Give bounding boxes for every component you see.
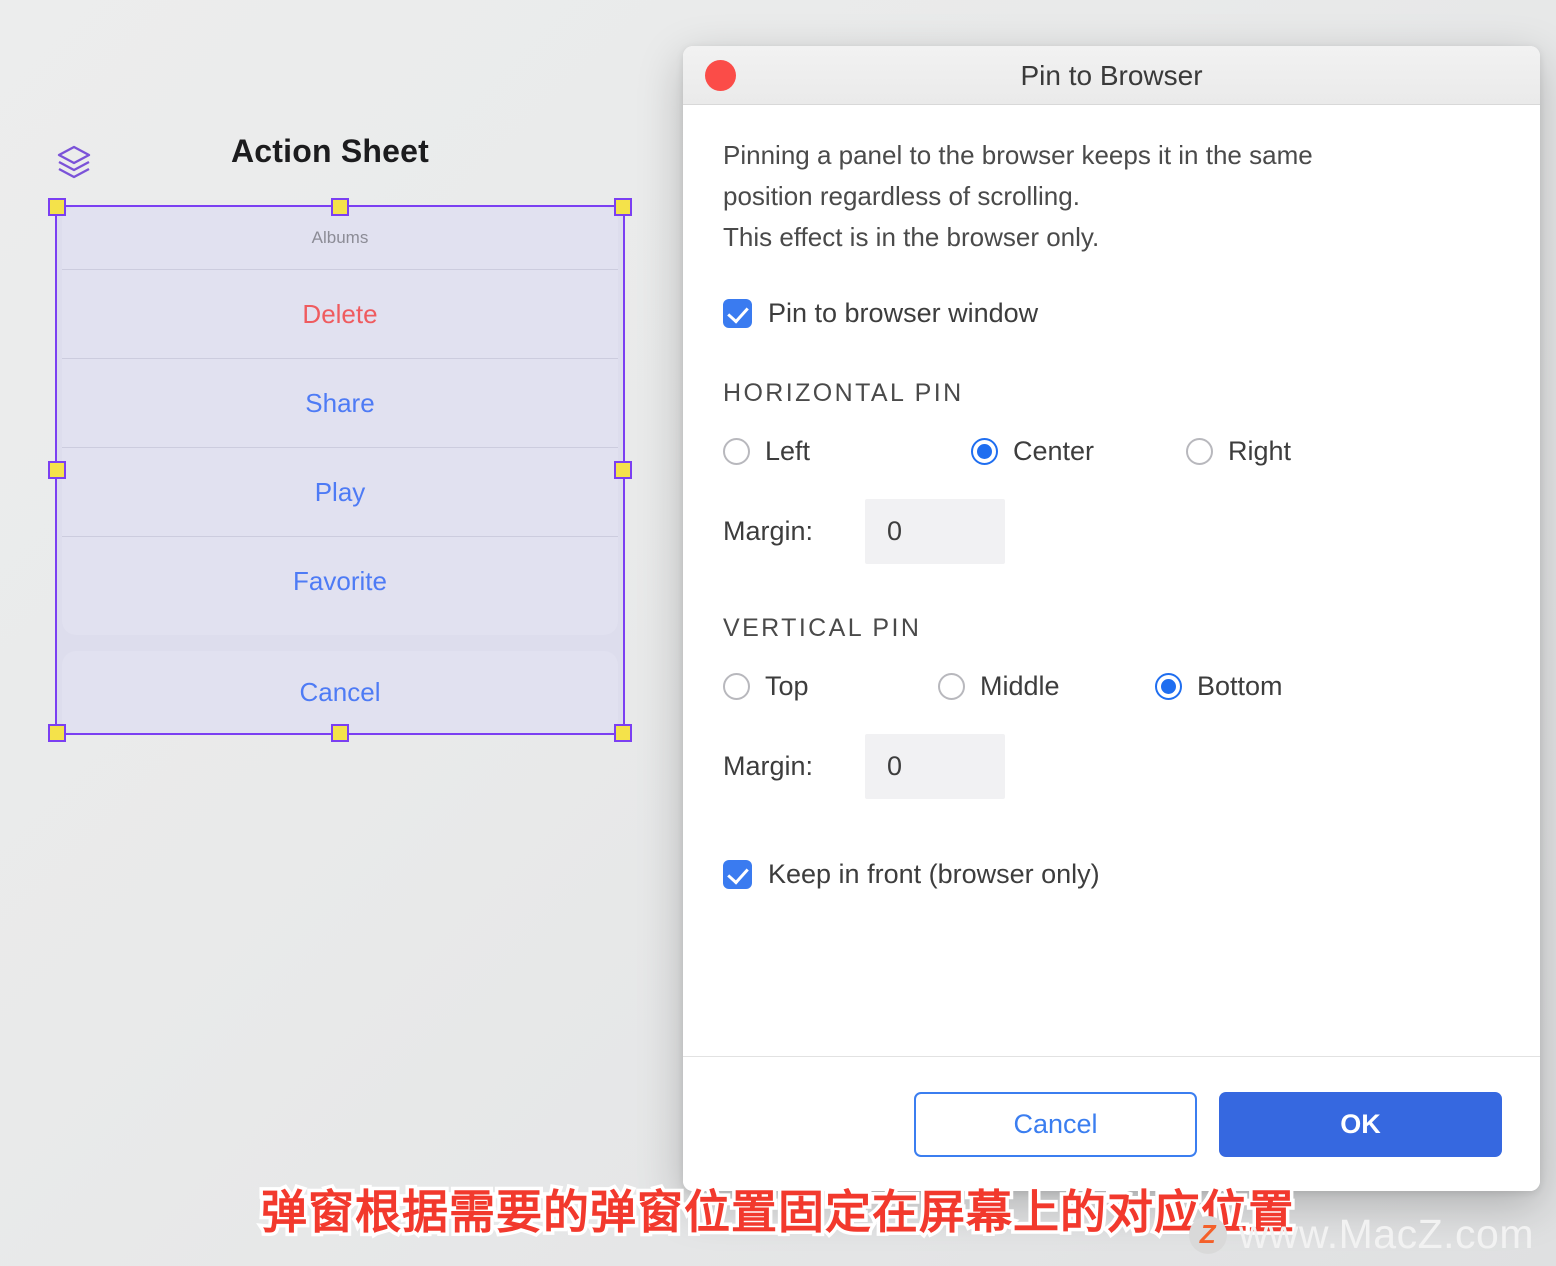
vertical-margin-input[interactable]: 0 [865,734,1005,799]
radio-selected-icon[interactable] [1155,673,1182,700]
keep-in-front-label: Keep in front (browser only) [768,859,1100,889]
horizontal-margin-input[interactable]: 0 [865,499,1005,564]
description-line-3: This effect is in the browser only. [723,222,1100,252]
resize-handle-top-center[interactable] [331,198,349,216]
description-line-1: Pinning a panel to the browser keeps it … [723,140,1313,170]
watermark: Z www.MacZ.com [1188,1211,1534,1258]
screenshot-root: Action Sheet Albums Delete Share Play Fa… [0,0,1556,1266]
horizontal-pin-section-title: HORIZONTAL PIN [723,379,964,407]
description-line-2: position regardless of scrolling. [723,181,1080,211]
radio-unselected-icon[interactable] [723,673,750,700]
radio-horizontal-left[interactable]: Left [723,436,971,467]
keep-in-front-checkbox-row[interactable]: Keep in front (browser only) [723,859,1500,890]
watermark-text: www.MacZ.com [1238,1211,1534,1257]
page-title: Action Sheet [231,133,429,169]
horizontal-margin-row: Margin: 0 [723,499,1500,564]
cancel-button[interactable]: Cancel [914,1091,1197,1157]
resize-handle-top-left[interactable] [48,198,66,216]
radio-label-bottom: Bottom [1197,671,1283,701]
vertical-margin-label: Margin: [723,751,814,781]
checkbox-checked-icon[interactable] [723,860,752,889]
radio-selected-icon[interactable] [971,438,998,465]
watermark-logo-icon: Z [1188,1215,1227,1254]
radio-unselected-icon[interactable] [723,438,750,465]
selection-frame[interactable] [48,198,632,742]
radio-label-right: Right [1228,436,1292,466]
radio-label-top: Top [765,671,809,701]
pin-to-browser-dialog: Pin to Browser Pinning a panel to the br… [683,46,1540,1191]
resize-handle-middle-left[interactable] [48,461,66,479]
resize-handle-bottom-center[interactable] [331,724,349,742]
design-canvas[interactable]: Action Sheet Albums Delete Share Play Fa… [0,0,690,1266]
checkbox-checked-icon[interactable] [723,299,752,328]
resize-handle-bottom-left[interactable] [48,724,66,742]
ok-button[interactable]: OK [1219,1091,1502,1157]
vertical-pin-radio-group[interactable]: Top Middle Bottom [723,671,1500,702]
dialog-body: Pinning a panel to the browser keeps it … [683,105,1540,1115]
radio-label-middle: Middle [980,671,1060,701]
horizontal-pin-radio-group[interactable]: Left Center Right [723,436,1500,467]
radio-unselected-icon[interactable] [938,673,965,700]
horizontal-margin-label: Margin: [723,516,814,546]
resize-handle-middle-right[interactable] [614,461,632,479]
radio-label-center: Center [1013,436,1095,466]
resize-handle-bottom-right[interactable] [614,724,632,742]
pin-to-browser-window-label: Pin to browser window [768,298,1039,328]
resize-handle-top-right[interactable] [614,198,632,216]
dialog-title: Pin to Browser [1020,59,1203,91]
radio-vertical-bottom[interactable]: Bottom [1155,671,1283,702]
dialog-footer: Cancel OK [683,1056,1540,1191]
vertical-pin-section-title: VERTICAL PIN [723,614,922,642]
vertical-margin-row: Margin: 0 [723,734,1500,799]
radio-vertical-top[interactable]: Top [723,671,938,702]
radio-horizontal-center[interactable]: Center [971,436,1186,467]
radio-unselected-icon[interactable] [1186,438,1213,465]
radio-label-left: Left [765,436,811,466]
radio-horizontal-right[interactable]: Right [1186,436,1291,467]
dialog-titlebar: Pin to Browser [683,46,1540,105]
radio-vertical-middle[interactable]: Middle [938,671,1155,702]
pin-to-browser-window-checkbox-row[interactable]: Pin to browser window [723,298,1500,329]
